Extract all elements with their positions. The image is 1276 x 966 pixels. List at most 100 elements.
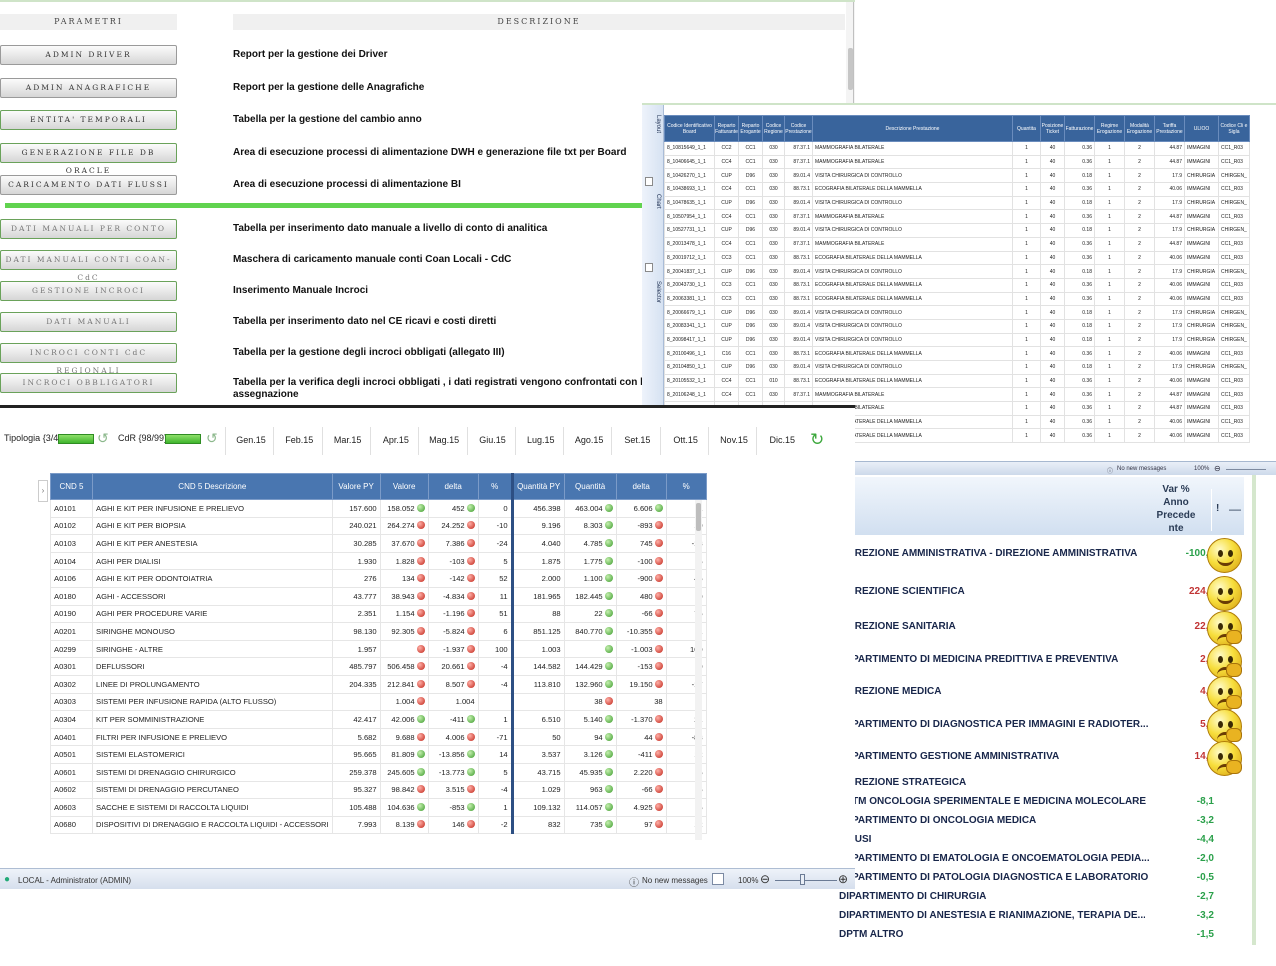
- variance-row[interactable]: PARTIMENTO DI DIAGNOSTICA PER IMMAGINI E…: [852, 719, 1214, 737]
- month-button[interactable]: Apr.15: [376, 435, 416, 445]
- collapse-icon[interactable]: —: [1229, 502, 1241, 516]
- var-percent-column-header[interactable]: Var % Anno Precede nte: [1152, 483, 1200, 535]
- variance-row[interactable]: PARTIMENTO DI ONCOLOGIA MEDICA -3,2: [852, 815, 1214, 833]
- param-button[interactable]: ADMIN DRIVER: [0, 45, 177, 65]
- param-button[interactable]: ADMIN ANAGRAFICHE: [0, 78, 177, 98]
- selector-tab[interactable]: Selector: [645, 275, 661, 309]
- param-button[interactable]: DATI MANUALI PER CONTO: [0, 219, 177, 239]
- table-row[interactable]: 8_20043730_1_1 CC3 CC1 030 88.73.1 ECOGRAFIA …: [664, 277, 1250, 293]
- table-row[interactable]: 8_10815649_1_1 CC2 CC1 030 87.37.1 MAMMOGRAFI…: [664, 141, 1250, 156]
- column-header[interactable]: Posizione Ticket: [1040, 115, 1065, 142]
- table-row[interactable]: A0299 SIRINGHE - ALTRE 1.957 -1.937 100 1.003…: [50, 639, 707, 659]
- param-button[interactable]: INCROCI CONTI CdC REGIONALI: [0, 343, 177, 375]
- column-header[interactable]: %: [477, 473, 514, 500]
- table-row[interactable]: 8_20041837_1_1 CUP D96 030 89.01.4 VISITA CHI…: [664, 264, 1250, 279]
- column-header[interactable]: Modalità Erogazione: [1124, 115, 1155, 142]
- variance-row[interactable]: IREZIONE SANITARIA 22,1: [852, 621, 1214, 639]
- month-button[interactable]: Dic.15: [762, 435, 802, 445]
- zoom-out-button[interactable]: ⊖: [760, 872, 770, 886]
- variance-row[interactable]: IUSI -4,4: [852, 834, 1214, 852]
- variance-row[interactable]: IREZIONE STRATEGICA: [852, 777, 1214, 795]
- variance-scrollbar[interactable]: [1252, 475, 1256, 945]
- param-button[interactable]: DATI MANUALI CONTI COAN-CdC: [0, 250, 177, 282]
- table-row[interactable]: A0602 SISTEMI DI DRENAGGIO PERCUTANEO 95.3…: [50, 780, 707, 800]
- column-header[interactable]: Quantità: [563, 473, 617, 500]
- table-row[interactable]: A0302 LINEE DI PROLUNGAMENTO 204.335 212.84…: [50, 674, 707, 694]
- variance-row[interactable]: TM ONCOLOGIA SPERIMENTALE E MEDICINA MOL…: [852, 796, 1214, 814]
- table-row[interactable]: A0104 AGHI PER DIALISI 1.930 1.828 -103 5 1.87…: [50, 551, 707, 571]
- messages-status[interactable]: No new messages: [1117, 466, 1166, 472]
- table-row[interactable]: A0190 AGHI PER PROCEDURE VARIE 2.351 1.154 -…: [50, 604, 707, 624]
- column-header[interactable]: ULIOO: [1184, 115, 1219, 142]
- month-button[interactable]: Mar.15: [328, 435, 368, 445]
- cdr-reset-icon[interactable]: ↺: [206, 430, 218, 447]
- table-row[interactable]: A0304 KIT PER SOMMINISTRAZIONE 42.417 42.00…: [50, 710, 707, 729]
- variance-row[interactable]: PARTIMENTO DI EMATOLOGIA E ONCOEMATOLOGI…: [852, 853, 1214, 871]
- column-header[interactable]: %: [665, 473, 707, 500]
- cdr-filter-label[interactable]: CdR {98/99}: [118, 433, 167, 443]
- column-header[interactable]: CND 5 Descrizione: [92, 473, 333, 500]
- param-button[interactable]: ENTITA' TEMPORALI: [0, 110, 177, 130]
- table-row[interactable]: A0103 AGHI E KIT PER ANESTESIA 30.285 37.67…: [50, 534, 707, 553]
- month-button[interactable]: Gen.15: [231, 435, 271, 445]
- table-row[interactable]: A0301 DEFLUSSORI 485.797 506.458 20.661 -4 144…: [50, 657, 707, 676]
- alert-column-header[interactable]: !: [1216, 503, 1219, 514]
- month-button[interactable]: Ott.15: [666, 435, 706, 445]
- variance-row[interactable]: DIPARTIMENTO DI ANESTESIA E RIANIMAZIONE…: [839, 910, 1214, 928]
- param-button[interactable]: CARICAMENTO DATI FLUSSI: [0, 175, 177, 195]
- table-row[interactable]: A0101 AGHI E KIT PER INFUSIONE E PRELIEVO…: [50, 499, 707, 518]
- zoom-slider[interactable]: [1226, 469, 1266, 470]
- variance-row[interactable]: IREZIONE AMMINISTRATIVA - DIREZIONE AMMI…: [852, 548, 1214, 566]
- refresh-icon[interactable]: ↻: [810, 430, 824, 450]
- column-header[interactable]: Valore PY: [331, 473, 381, 500]
- table-row[interactable]: A0180 AGHI - ACCESSORI 43.777 38.943 -4.834 1…: [50, 586, 707, 606]
- table-row[interactable]: 8_10507954_1_1 CC4 CC1 030 87.37.1 MAMMOGRAFI…: [664, 209, 1250, 225]
- tipologia-filter-label[interactable]: Tipologia {3/4}: [4, 433, 61, 443]
- table-row[interactable]: A0680 DISPOSITIVI DI DRENAGGIO E RACCOLTA…: [50, 815, 707, 835]
- column-header[interactable]: Codice Cli e Sigla: [1218, 115, 1250, 142]
- expand-toggle[interactable]: ›: [38, 480, 48, 502]
- column-header[interactable]: Valore: [379, 473, 429, 500]
- column-header[interactable]: Quantità PY: [511, 473, 565, 500]
- zoom-slider-thumb[interactable]: [800, 874, 805, 885]
- table-row[interactable]: 8_10438693_1_1 CC4 CC1 030 88.73.1 ECOGRAFIA …: [664, 182, 1250, 197]
- param-button[interactable]: GESTIONE INCROCI: [0, 281, 177, 301]
- table-row[interactable]: 8_20104850_1_1 CUP D96 030 89.01.4 VISITA CHI…: [664, 360, 1250, 375]
- table-row[interactable]: 8_20063381_1_1 CC3 CC1 030 88.73.1 ECOGRAFIA …: [664, 291, 1250, 307]
- table-row[interactable]: 8_20098417_1_1 CUP D96 030 89.01.4 VISITA CHI…: [664, 332, 1250, 348]
- table-row[interactable]: A0201 SIRINGHE MONOUSO 98.130 92.305 -5.824 6…: [50, 622, 707, 641]
- table-row[interactable]: 8_20066679_1_1 CUP D96 030 89.01.4 VISITA CHI…: [664, 305, 1250, 320]
- variance-row[interactable]: PARTIMENTO GESTIONE AMMINISTRATIVA 14,1: [852, 751, 1214, 769]
- tipologia-reset-icon[interactable]: ↺: [97, 430, 109, 447]
- messages-status[interactable]: No new messages: [642, 876, 708, 885]
- table-row[interactable]: 8_10406645_1_1 CC4 CC1 030 87.37.1 MAMMOGRAFI…: [664, 154, 1250, 170]
- table-row[interactable]: 8_20105532_1_1 CC4 CC1 010 88.73.1 ECOGRAFIA …: [664, 373, 1250, 389]
- month-button[interactable]: Lug.15: [521, 435, 561, 445]
- table-row[interactable]: A0102 AGHI E KIT PER BIOPSIA 240.021 264.27…: [50, 516, 707, 536]
- variance-row[interactable]: IREZIONE SCIENTIFICA 224,0: [852, 586, 1214, 604]
- table-row[interactable]: A0106 AGHI E KIT PER ODONTOIATRIA 276 134 -1…: [50, 569, 707, 588]
- column-header[interactable]: Regime Erogazione: [1094, 115, 1125, 142]
- table-row[interactable]: 8_10426270_1_1 CUP D96 030 89.01.4 VISITA CHI…: [664, 168, 1250, 184]
- month-button[interactable]: Mag.15: [424, 435, 464, 445]
- param-button[interactable]: DATI MANUALI: [0, 312, 177, 332]
- cnd-scrollbar[interactable]: [695, 500, 702, 840]
- table-row[interactable]: A0501 SISTEMI ELASTOMERICI 95.665 81.809 -13…: [50, 745, 707, 764]
- column-header[interactable]: Descrizione Prestazione: [812, 115, 1013, 142]
- variance-row[interactable]: IREZIONE MEDICA 4,8: [852, 686, 1214, 704]
- table-row[interactable]: 8_20106248_1_1 CC4 CC1 030 87.37.1 MAMMOGRAFI…: [664, 387, 1250, 403]
- zoom-out-button[interactable]: ⊖: [1214, 464, 1221, 473]
- variance-row[interactable]: DPTM ALTRO -1,5: [839, 929, 1214, 947]
- tipologia-filter-bar[interactable]: [58, 434, 94, 444]
- param-button[interactable]: INCROCI OBBLIGATORI: [0, 373, 177, 393]
- table-row[interactable]: 8_20019712_1_1 CC3 CC1 030 88.73.1 ECOGRAFIA …: [664, 250, 1250, 266]
- cdr-filter-bar[interactable]: [165, 434, 201, 444]
- column-header[interactable]: Codice Identificativo Board: [664, 115, 715, 142]
- table-row[interactable]: A0303 SISTEMI PER INFUSIONE RAPIDA (ALTO …: [50, 692, 707, 712]
- column-header[interactable]: Fatturazione: [1064, 115, 1095, 142]
- column-header[interactable]: Codice Regione: [762, 115, 785, 142]
- zoom-in-button[interactable]: ⊕: [838, 872, 848, 886]
- month-button[interactable]: Nov.15: [714, 435, 754, 445]
- table-row[interactable]: 8_10527731_1_1 CUP D96 030 89.01.4 VISITA CHI…: [664, 223, 1250, 238]
- zoom-slider[interactable]: [775, 880, 837, 881]
